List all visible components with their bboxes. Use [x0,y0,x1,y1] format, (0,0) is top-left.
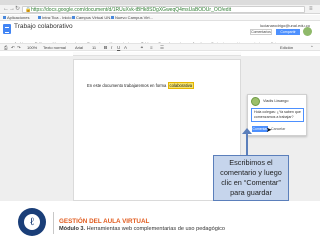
share-button[interactable]: Compartir [276,29,300,35]
url-text: https://docs.google.com/document/d/1RUuX… [31,7,232,13]
highlighted-text[interactable]: colaborativa [167,82,195,89]
document-title[interactable]: Trabajo colaborativo [14,23,73,31]
comment-text: Hola colegas: ¿Ya saben que comenzamos a… [254,110,301,119]
docs-logo-icon[interactable] [3,24,11,34]
list-icon[interactable]: ☰ [160,44,164,51]
document-text[interactable]: En este documento trabajaremos en forma … [87,82,195,89]
slide: ← → ↻ 🔒 https://docs.google.com/document… [0,0,320,240]
callout-text: Escribimos el comentario y luego clic en… [220,158,282,197]
bold-icon[interactable]: B [104,44,107,51]
user-avatar[interactable] [303,27,312,36]
mouse-cursor-icon: ➤ [266,127,272,134]
collapse-icon[interactable]: ⌃ [310,44,314,51]
comments-button[interactable]: Comentarios [250,29,272,35]
text-color-icon[interactable]: A [124,44,127,51]
module-text: Herramientas web complementarias de uso … [85,226,226,232]
menu-icon[interactable]: ≡ [309,6,313,13]
menu-bar: Archivo Editar Ver Insertar Formato Herr… [14,32,280,46]
document-text-before: En este documento trabajaremos en forma [87,83,167,88]
underline-icon[interactable]: U [117,44,120,51]
reload-icon[interactable]: ↻ [15,6,20,13]
font-select[interactable]: Arial [75,44,83,51]
editing-mode-select[interactable]: Edición [280,44,293,51]
footer-divider [53,212,54,234]
align-icon[interactable]: ≡ [150,44,153,51]
url-input[interactable]: 🔒 https://docs.google.com/document/d/1RU… [22,6,305,13]
avatar [251,97,260,106]
module-label: Módulo 3. [59,226,86,232]
docs-header: Trabajo colaborativo ☆ Archivo Editar Ve… [0,21,320,46]
callout-pointer [242,128,252,156]
university-logo-icon: ℓ [18,208,46,236]
cancel-button[interactable]: Cancelar [271,126,285,132]
address-bar-row: ← → ↻ 🔒 https://docs.google.com/document… [0,5,320,14]
comment-author: Viadis Liwango [263,99,289,103]
comment-input[interactable]: Hola colegas: ¿Ya saben que comenzamos a… [251,108,304,122]
font-size-select[interactable]: 11 [92,44,96,51]
user-email[interactable]: lucianarodrigo@unal.edu.co [260,23,310,28]
comment-card: Viadis Liwango Hola colegas: ¿Ya saben q… [247,94,307,136]
style-select[interactable]: Texto normal [43,44,66,51]
star-icon[interactable]: ☆ [58,23,63,31]
undo-icon[interactable]: ↶ [11,44,15,51]
instruction-callout: Escribimos el comentario y luego clic en… [213,155,289,201]
redo-icon[interactable]: ↷ [17,44,21,51]
course-title: GESTIÓN DEL AULA VIRTUAL [59,218,150,225]
module-subtitle: Módulo 3. Herramientas web complementari… [59,226,225,233]
footer: ℓ GESTIÓN DEL AULA VIRTUAL Módulo 3. Her… [0,201,320,240]
link-icon[interactable]: ⚭ [140,44,144,51]
italic-icon[interactable]: I [111,44,112,51]
print-icon[interactable]: ⎙ [4,44,8,51]
zoom-select[interactable]: 100% [27,44,37,51]
formatting-toolbar: ⎙ ↶ ↷ 100% Texto normal Arial 11 B I U A… [0,43,320,51]
